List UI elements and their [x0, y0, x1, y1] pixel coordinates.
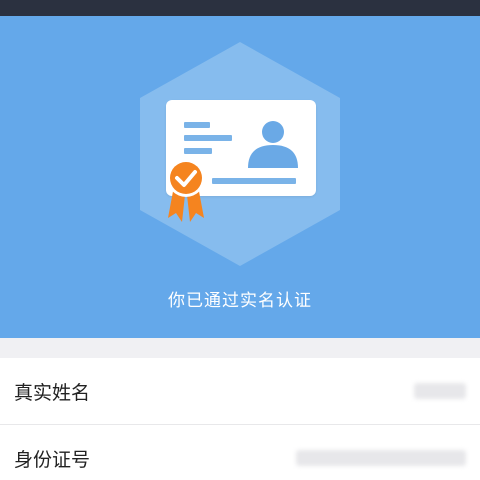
- verification-banner: 你已通过实名认证: [0, 16, 480, 338]
- person-avatar-icon: [248, 121, 298, 168]
- card-line-4: [212, 178, 296, 184]
- real-name-label: 真实姓名: [14, 382, 91, 404]
- status-bar: [0, 0, 480, 16]
- card-line-3: [184, 148, 212, 154]
- real-name-value: [414, 383, 466, 399]
- card-line-1: [184, 122, 210, 128]
- id-number-value: [296, 450, 466, 466]
- identity-verification-screen: 你已通过实名认证 真实姓名 身份证号: [0, 0, 480, 480]
- info-row-id-number: 身份证号: [0, 425, 480, 480]
- info-row-real-name: 真实姓名: [0, 358, 480, 425]
- card-line-2: [184, 135, 232, 141]
- section-gap: [0, 338, 480, 358]
- verified-badge-icon: [167, 159, 205, 222]
- verification-status-text: 你已通过实名认证: [168, 291, 312, 311]
- id-number-label: 身份证号: [14, 449, 91, 471]
- identity-info-list: 真实姓名 身份证号: [0, 358, 480, 480]
